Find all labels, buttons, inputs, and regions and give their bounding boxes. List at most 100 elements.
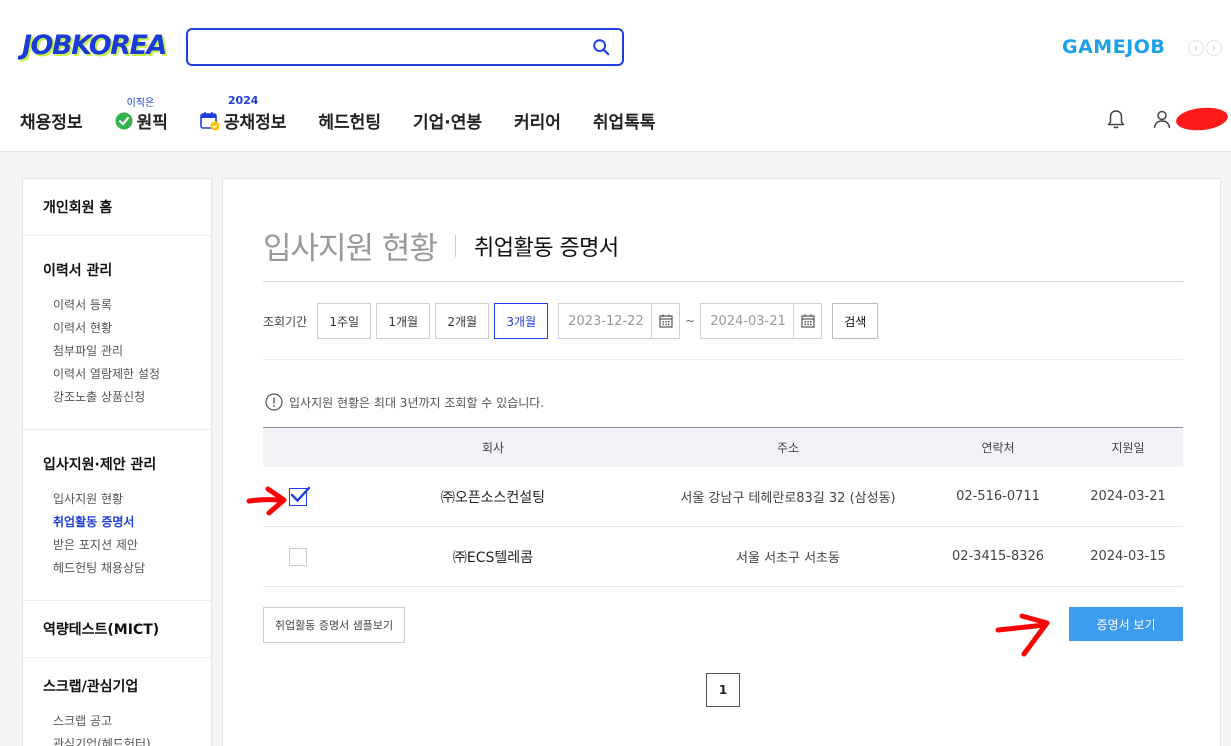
sidebar-title[interactable]: 개인회원 홈: [43, 197, 191, 217]
calendar-icon: [200, 111, 220, 130]
sidebar-section-mict: 역량테스트(MICT): [23, 601, 211, 658]
nav-item-jobs[interactable]: 채용정보: [20, 108, 83, 133]
header: JOBKOREA GAMEJOB ‹ › 채용정보 이직은 원픽 2024 공채…: [0, 0, 1231, 152]
pagination-page[interactable]: 1: [706, 673, 740, 707]
annotation-arrow-icon: [995, 613, 1050, 657]
nav-tag: 이직은: [126, 98, 155, 109]
chevron-right-icon[interactable]: ›: [1206, 40, 1222, 56]
company-name: ㈜오픈소스컨설팅: [440, 489, 546, 506]
jobkorea-logo[interactable]: JOBKOREA: [22, 30, 167, 61]
title-divider: [454, 234, 456, 257]
sidebar-item[interactable]: 강조노출 상품신청: [43, 386, 191, 409]
date-range-separator: ~: [685, 314, 696, 328]
filter-label: 조회기간: [263, 314, 308, 329]
divider: [263, 281, 1183, 282]
period-filter: 조회기간 1주일 1개월 2개월 3개월 2023-12-22 ~ 2024-0…: [263, 303, 879, 339]
sidebar-section-applications: 입사지원·제안 관리 입사지원 현황 취업활동 증명서 받은 포지션 제안 헤드…: [23, 430, 211, 601]
chevron-left-icon[interactable]: ‹: [1188, 40, 1204, 56]
sidebar-section-resume: 이력서 관리 이력서 등록 이력서 현황 첨부파일 관리 이력서 열람제한 설정…: [23, 236, 211, 430]
search-input[interactable]: [186, 28, 624, 66]
sidebar-item[interactable]: 관심기업(헤드헌터): [43, 733, 191, 746]
title-row: 입사지원 현황 취업활동 증명서: [263, 223, 619, 268]
user-icon[interactable]: [1152, 109, 1172, 129]
calendar-icon[interactable]: [793, 304, 821, 338]
table-header: 회사 주소 연락처 지원일: [263, 427, 1183, 467]
nav-item-career[interactable]: 커리어: [514, 108, 561, 133]
search-icon[interactable]: [592, 38, 610, 56]
divider: [263, 359, 1183, 360]
nav-tag: 2024: [227, 94, 259, 107]
page-subtitle: 취업활동 증명서: [473, 235, 619, 261]
period-2month-button[interactable]: 2개월: [435, 303, 490, 339]
nav-label: 헤드헌팅: [318, 113, 381, 133]
sidebar-title[interactable]: 입사지원·제안 관리: [43, 454, 191, 474]
redacted-username: [1174, 105, 1230, 133]
main-panel: 입사지원 현황 취업활동 증명서 조회기간 1주일 1개월 2개월 3개월 20…: [222, 178, 1221, 746]
nav-item-headhunting[interactable]: 헤드헌팅: [318, 108, 381, 133]
notice: 입사지원 현황은 최대 3년까지 조회할 수 있습니다.: [265, 393, 544, 411]
sidebar-sublist: 스크랩 공고 관심기업(헤드헌터): [43, 710, 191, 746]
sidebar-title[interactable]: 이력서 관리: [43, 260, 191, 280]
nav-item-onepick[interactable]: 이직은 원픽: [115, 98, 168, 133]
period-1month-button[interactable]: 1개월: [376, 303, 431, 339]
row-checkbox[interactable]: [289, 547, 307, 566]
sample-view-button[interactable]: 취업활동 증명서 샘플보기: [263, 607, 405, 643]
row-select-cell: [263, 547, 333, 566]
applications-table: 회사 주소 연락처 지원일 ㈜오픈소스컨설팅 서울 강남구 테헤란로83길 32…: [263, 427, 1183, 587]
notice-text: 입사지원 현황은 최대 3년까지 조회할 수 있습니다.: [289, 395, 545, 410]
bell-icon[interactable]: [1105, 108, 1127, 130]
date-to-field[interactable]: 2024-03-21: [700, 303, 823, 339]
apply-date: 2024-03-21: [1090, 489, 1166, 504]
nav-item-company-salary[interactable]: 기업·연봉: [413, 108, 482, 133]
calendar-icon[interactable]: [651, 304, 679, 338]
nav-label: 원픽: [136, 113, 168, 133]
date-to-value: 2024-03-21: [710, 313, 786, 329]
sidebar-item[interactable]: 받은 포지션 제안: [43, 534, 191, 557]
header-company: 회사: [481, 441, 505, 455]
checkmark-icon: [290, 486, 311, 502]
sidebar-item[interactable]: 이력서 열람제한 설정: [43, 363, 191, 386]
nav-label: 기업·연봉: [412, 113, 482, 133]
sidebar-sublist: 입사지원 현황 취업활동 증명서 받은 포지션 제안 헤드헌팅 채용상담: [43, 488, 191, 580]
period-3month-button[interactable]: 3개월: [494, 303, 549, 339]
main-nav: 채용정보 이직은 원픽 2024 공채정보 헤드헌팅 기업·연봉 커리어 취업톡…: [20, 94, 687, 133]
row-checkbox[interactable]: [289, 486, 311, 506]
company-contact: 02-516-0711: [956, 489, 1040, 504]
header-address: 주소: [776, 441, 800, 455]
date-from-value: 2023-12-22: [568, 313, 644, 329]
sidebar-item-active[interactable]: 취업활동 증명서: [43, 511, 191, 534]
sidebar-section-scrap: 스크랩/관심기업 스크랩 공고 관심기업(헤드헌터): [23, 658, 211, 746]
sidebar-item[interactable]: 헤드헌팅 채용상담: [43, 557, 191, 580]
sidebar-item[interactable]: 첨부파일 관리: [43, 340, 191, 363]
sidebar-sublist: 이력서 등록 이력서 현황 첨부파일 관리 이력서 열람제한 설정 강조노출 상…: [43, 294, 191, 409]
nav-item-public-recruit[interactable]: 2024 공채정보: [200, 94, 286, 133]
sidebar-item[interactable]: 입사지원 현황: [43, 488, 191, 511]
sidebar-item[interactable]: 이력서 등록: [43, 294, 191, 317]
sidebar-item[interactable]: 이력서 현황: [43, 317, 191, 340]
header-date: 지원일: [1111, 441, 1145, 455]
search-button[interactable]: 검색: [832, 303, 879, 339]
apply-date: 2024-03-15: [1090, 549, 1166, 564]
header-contact: 연락처: [981, 441, 1015, 455]
sidebar-title[interactable]: 역량테스트(MICT): [43, 619, 191, 639]
view-certificate-button[interactable]: 증명서 보기: [1069, 607, 1183, 641]
nav-item-talk[interactable]: 취업톡톡: [593, 108, 656, 133]
company-name: ㈜ECS텔레콤: [452, 549, 534, 566]
nav-label: 취업톡톡: [592, 113, 656, 133]
nav-label: 채용정보: [20, 113, 83, 133]
table-row: ㈜ECS텔레콤 서울 서초구 서초동 02-3415-8326 2024-03-…: [263, 527, 1183, 587]
date-from-field[interactable]: 2023-12-22: [558, 303, 681, 339]
gamejob-logo[interactable]: GAMEJOB: [1062, 36, 1165, 58]
sidebar-item[interactable]: 스크랩 공고: [43, 710, 191, 733]
company-contact: 02-3415-8326: [951, 549, 1045, 564]
period-1week-button[interactable]: 1주일: [317, 303, 372, 339]
company-address: 서울 서초구 서초동: [736, 551, 840, 566]
sidebar-title[interactable]: 스크랩/관심기업: [43, 676, 191, 696]
sidebar-section-home: 개인회원 홈: [23, 179, 211, 236]
banner-pager: ‹ ›: [1188, 40, 1222, 56]
nav-label: 커리어: [514, 113, 561, 133]
check-badge-icon: [115, 112, 133, 129]
sidebar: 개인회원 홈 이력서 관리 이력서 등록 이력서 현황 첨부파일 관리 이력서 …: [22, 178, 212, 746]
page-title: 입사지원 현황: [263, 231, 438, 267]
company-address: 서울 강남구 테헤란로83길 32 (삼성동): [680, 491, 896, 506]
